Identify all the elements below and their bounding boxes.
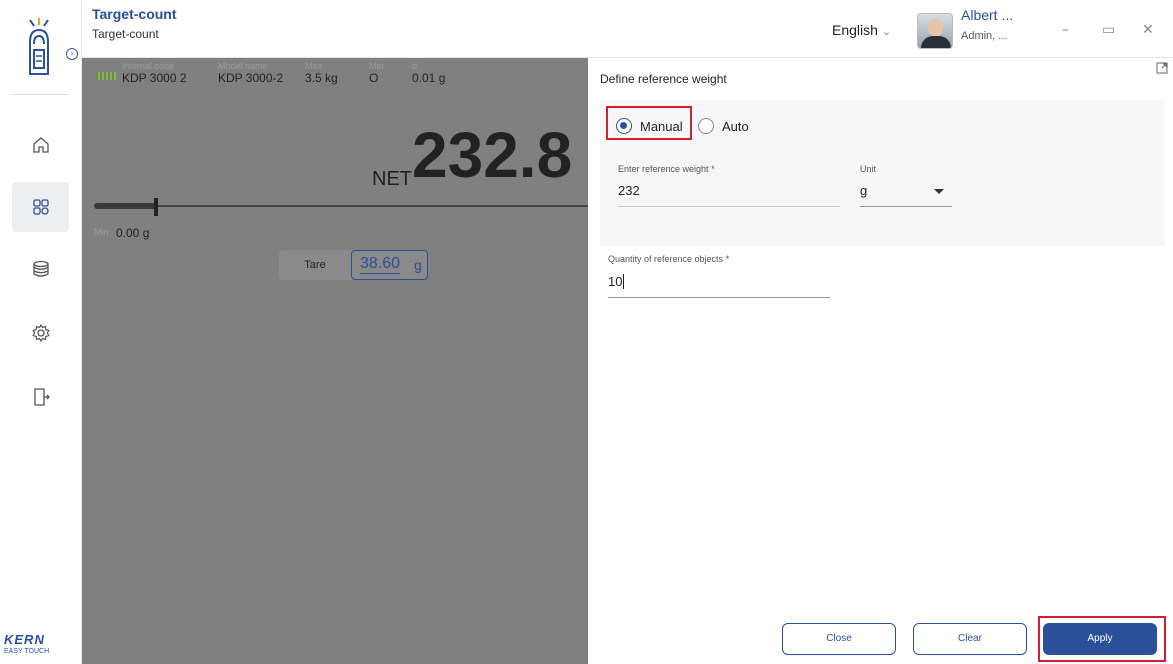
device-info-bar: Internal code KDP 3000 2 Model name KDP … [82, 58, 588, 98]
info-value: 0.01 g [412, 71, 446, 85]
min-value: 0.00 g [116, 226, 150, 240]
radio-auto[interactable]: Auto [698, 118, 749, 134]
unit-select[interactable]: g [860, 183, 867, 198]
close-window-icon[interactable]: ✕ [1142, 22, 1154, 38]
sidebar-divider [10, 94, 68, 95]
expand-sidebar-icon[interactable]: › [66, 48, 78, 60]
user-name[interactable]: Albert ... [961, 7, 1013, 23]
radio-manual[interactable]: Manual [616, 118, 683, 134]
text-cursor: ​ [623, 274, 625, 289]
sidebar-item-apps[interactable] [12, 182, 69, 232]
quantity-label-text: Quantity of reference objects [608, 254, 724, 264]
info-value: KDP 3000 2 [122, 71, 187, 85]
unit-label: Unit [860, 164, 877, 174]
info-label: d [412, 61, 418, 71]
info-label: Internal code [122, 61, 175, 71]
ref-weight-label-text: Enter reference weight [618, 164, 709, 174]
required-mark: * [725, 254, 730, 264]
app-header: Target-count Target-count English ⌄ Alber… [82, 0, 1173, 58]
chevron-down-icon[interactable] [934, 189, 944, 194]
info-label: Max [305, 61, 323, 71]
page-subtitle: Target-count [92, 27, 159, 41]
sidebar-item-home[interactable] [12, 120, 69, 170]
info-d: d 0.01 g [412, 61, 445, 85]
logout-icon [33, 388, 50, 406]
info-label: Model name [218, 61, 268, 71]
scale-status-icon [96, 72, 116, 80]
weight-display: 232.8 [412, 119, 573, 191]
required-mark: * [711, 164, 715, 174]
clear-button[interactable]: Clear [913, 623, 1027, 655]
sidebar-item-database[interactable] [12, 244, 69, 294]
weight-range-marker [154, 198, 158, 216]
radio-manual-label: Manual [640, 118, 683, 134]
weighing-area: Internal code KDP 3000 2 Model name KDP … [82, 58, 588, 664]
language-label: English [832, 22, 878, 38]
info-internal-code: Internal code KDP 3000 2 [122, 61, 187, 85]
settings-icon [31, 323, 50, 343]
info-value: O [369, 71, 379, 85]
panel-title: Define reference weight [600, 72, 727, 86]
sidebar-item-logout[interactable] [12, 372, 69, 422]
quantity-label: Quantity of reference objects * [608, 254, 729, 264]
info-model-name: Model name KDP 3000-2 [218, 61, 283, 85]
ref-weight-label: Enter reference weight * [618, 164, 715, 174]
tare-value: 38.60 [360, 255, 401, 274]
radio-manual-indicator[interactable] [616, 118, 632, 134]
quantity-value: 10 [608, 274, 623, 289]
maximize-icon[interactable]: ▭ [1102, 22, 1115, 38]
quantity-underline [608, 297, 830, 298]
weight-range-fill [94, 203, 156, 209]
quantity-input[interactable]: 10​ [608, 274, 625, 289]
page-title: Target-count [92, 6, 177, 22]
net-label: NET [372, 168, 412, 190]
reference-weight-panel: Define reference weight Manual Auto Ente… [588, 58, 1173, 664]
min-label: Min [94, 227, 109, 237]
kern-tagline: EASY TOUCH [4, 648, 50, 655]
user-role: Admin, ... [961, 30, 1008, 42]
tare-unit: g [414, 257, 422, 273]
avatar[interactable] [917, 13, 953, 49]
home-icon [32, 137, 49, 153]
kern-logo: KERN [4, 632, 45, 647]
apply-button[interactable]: Apply [1043, 623, 1157, 655]
ref-weight-underline [618, 206, 840, 207]
info-value: 3.5 kg [305, 71, 338, 85]
language-selector[interactable]: English ⌄ [832, 22, 891, 38]
close-button[interactable]: Close [782, 623, 896, 655]
tare-input[interactable]: 38.60 g [351, 250, 428, 280]
unit-underline [860, 206, 952, 207]
info-max: Max 3.5 kg [305, 61, 338, 85]
radio-auto-indicator[interactable] [698, 118, 714, 134]
chevron-down-icon: ⌄ [881, 26, 892, 38]
scale-logo-icon [29, 18, 49, 75]
apps-icon [32, 199, 49, 215]
expand-icon[interactable] [1156, 62, 1168, 74]
info-label: Min [369, 61, 384, 71]
weight-range-track [94, 205, 588, 207]
radio-auto-label: Auto [722, 118, 749, 134]
minimize-icon[interactable]: – [1062, 22, 1069, 38]
info-min: Min O [369, 61, 384, 85]
avatar-body [921, 36, 951, 48]
database-icon [32, 260, 49, 277]
tare-control: Tare 38.60 g [279, 250, 428, 280]
ref-weight-input[interactable]: 232 [618, 183, 640, 198]
app-window: › KERN EASY TOUCH Target-count Target-co… [0, 0, 1173, 664]
sidebar: › KERN EASY TOUCH [0, 0, 82, 664]
sidebar-item-settings[interactable] [12, 308, 69, 358]
avatar-head [928, 19, 943, 37]
info-value: KDP 3000-2 [218, 71, 284, 85]
tare-button[interactable]: Tare [279, 250, 351, 280]
